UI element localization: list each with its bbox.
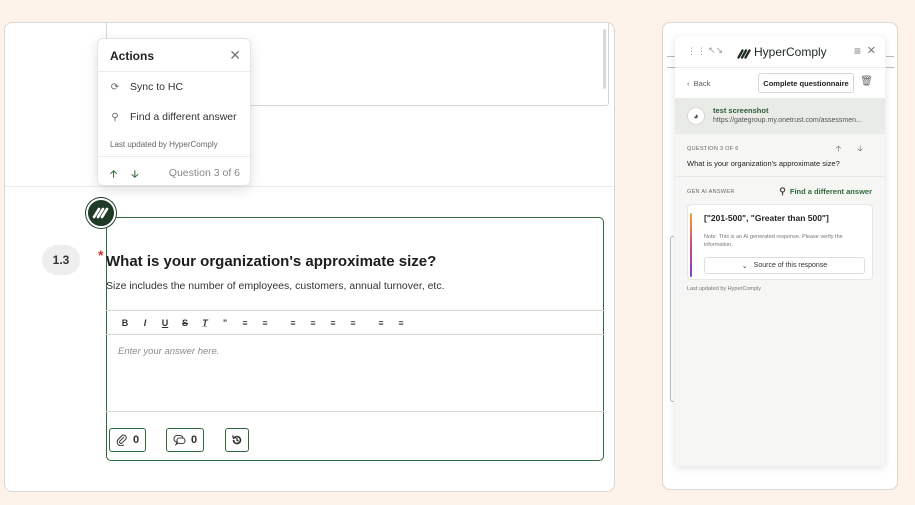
- question-nav: 🡡 🡣: [110, 167, 138, 184]
- question-label: QUESTION 3 OF 6: [687, 146, 739, 152]
- arrow-up-icon[interactable]: 🡡: [110, 167, 117, 184]
- arrow-down-icon[interactable]: 🡣: [857, 143, 863, 157]
- comment-icon: [173, 434, 186, 446]
- back-button[interactable]: ‹ Back: [687, 79, 710, 88]
- align-center-button[interactable]: ≡: [303, 318, 323, 328]
- align-right-button[interactable]: ≡: [323, 318, 343, 328]
- actions-title: Actions: [110, 49, 155, 63]
- question-divider: [5, 186, 614, 187]
- align-justify-button[interactable]: ≡: [343, 318, 363, 328]
- find-different-answer-label: Find a different answer: [130, 111, 237, 123]
- search-icon: ⚲: [111, 111, 119, 123]
- search-icon: ⚲: [779, 186, 786, 196]
- trash-icon[interactable]: 🗑: [860, 76, 873, 87]
- question-text: What is your organization's approximate …: [687, 159, 840, 168]
- globe-icon: ◕: [687, 107, 705, 125]
- question-description: Size includes the number of employees, c…: [106, 280, 445, 292]
- arrow-up-icon[interactable]: 🡡: [836, 143, 842, 157]
- source-button-label: Source of this response: [753, 262, 828, 269]
- ai-gradient-bar: [690, 213, 692, 277]
- clear-format-button[interactable]: T̲: [195, 318, 215, 328]
- hypercomply-badge-icon[interactable]: [86, 198, 116, 228]
- page-edge-bracket: [670, 236, 674, 402]
- source-title: test screenshot: [713, 106, 769, 115]
- ordered-list-button[interactable]: ≡: [235, 318, 255, 328]
- brand-name: HyperComply: [754, 45, 827, 59]
- chevron-down-icon: ⌄: [741, 262, 748, 270]
- close-icon[interactable]: ✕: [867, 44, 876, 57]
- source-card[interactable]: ◕ test screenshot https://gategroup.my.o…: [675, 98, 885, 134]
- italic-button[interactable]: I: [135, 318, 155, 328]
- quote-button[interactable]: ”: [215, 318, 235, 328]
- ai-answer-text: ["201-500", "Greater than 500"]: [704, 213, 829, 223]
- sync-icon: ⟳: [110, 81, 120, 93]
- answer-editor[interactable]: Enter your answer here.: [118, 346, 219, 357]
- page-edge-mark: [667, 56, 675, 57]
- history-icon: [232, 435, 242, 445]
- find-different-answer-link[interactable]: ⚲ Find a different answer: [779, 186, 872, 197]
- page-edge-mark: [667, 67, 675, 68]
- question-number-badge: 1.3: [42, 245, 80, 275]
- page-edge-mark: [886, 56, 894, 57]
- source-of-response-button[interactable]: ⌄ Source of this response: [704, 257, 865, 274]
- arrow-down-icon[interactable]: 🡣: [131, 167, 138, 184]
- actions-popover: Actions ✕ ⟳ Sync to HC ⚲ Find a differen…: [97, 38, 251, 186]
- attachments-button[interactable]: 0: [109, 428, 147, 452]
- back-label: Back: [693, 79, 711, 88]
- ai-note: Note: This is an AI generated response. …: [704, 234, 843, 248]
- gen-ai-answer-label: GEN AI ANSWER: [687, 189, 735, 195]
- page-edge-mark: [886, 67, 894, 68]
- drag-handle-icon[interactable]: ⋮⋮: [687, 46, 707, 57]
- last-updated-text: Last updated by HyperComply: [687, 286, 761, 292]
- complete-questionnaire-button[interactable]: Complete questionnaire: [758, 73, 854, 93]
- bullet-list-button[interactable]: ≡: [255, 318, 275, 328]
- question-title: What is your organization's approximate …: [106, 253, 437, 270]
- source-url: https://gategroup.my.onetrust.com/assess…: [713, 117, 862, 124]
- paperclip-icon: [116, 434, 127, 446]
- underline-button[interactable]: U: [155, 318, 175, 328]
- sync-to-hc-label: Sync to HC: [130, 81, 184, 93]
- ai-answer-card: ["201-500", "Greater than 500"] Note: Th…: [687, 204, 873, 280]
- find-different-answer-item[interactable]: ⚲ Find a different answer: [110, 111, 237, 123]
- history-button[interactable]: [225, 428, 249, 452]
- indent-button[interactable]: ≡: [391, 318, 411, 328]
- editor-bottom-border: [106, 411, 604, 412]
- comments-button[interactable]: 0: [166, 428, 205, 452]
- last-updated-text: Last updated by HyperComply: [110, 140, 218, 149]
- required-marker: *: [98, 247, 104, 263]
- panel-nav: ‹ Back Complete questionnaire 🗑: [675, 68, 885, 98]
- question-counter: Question 3 of 6: [168, 167, 240, 179]
- popover-divider: [98, 156, 250, 157]
- bold-button[interactable]: B: [115, 318, 135, 328]
- comments-count: 0: [191, 434, 198, 446]
- collapse-icon[interactable]: ↖↘: [708, 45, 723, 56]
- menu-icon[interactable]: ≡: [854, 44, 861, 58]
- strikethrough-button[interactable]: S: [175, 318, 195, 328]
- hypercomply-side-panel: ⋮⋮ ↖↘ HyperComply ≡ ✕ ‹ Back Complete qu…: [675, 36, 885, 466]
- align-left-button[interactable]: ≡: [283, 318, 303, 328]
- question-nav: 🡡 🡣: [836, 143, 864, 157]
- popover-divider: [98, 71, 250, 72]
- attachments-count: 0: [133, 434, 140, 446]
- sync-to-hc-item[interactable]: ⟳ Sync to HC: [110, 81, 183, 93]
- outdent-button[interactable]: ≡: [371, 318, 391, 328]
- editor-toolbar: B I U S T̲ ” ≡ ≡ ≡ ≡ ≡ ≡ ≡ ≡: [106, 310, 604, 335]
- hypercomply-logo-icon: [737, 46, 752, 64]
- questionnaire-card: 1.3 * What is your organization's approx…: [4, 22, 615, 492]
- scrollbar[interactable]: [603, 29, 606, 89]
- close-icon[interactable]: ✕: [229, 47, 241, 64]
- panel-header: ⋮⋮ ↖↘ HyperComply ≡ ✕: [675, 36, 885, 68]
- panel-divider: [675, 176, 885, 177]
- find-different-answer-label: Find a different answer: [789, 187, 872, 196]
